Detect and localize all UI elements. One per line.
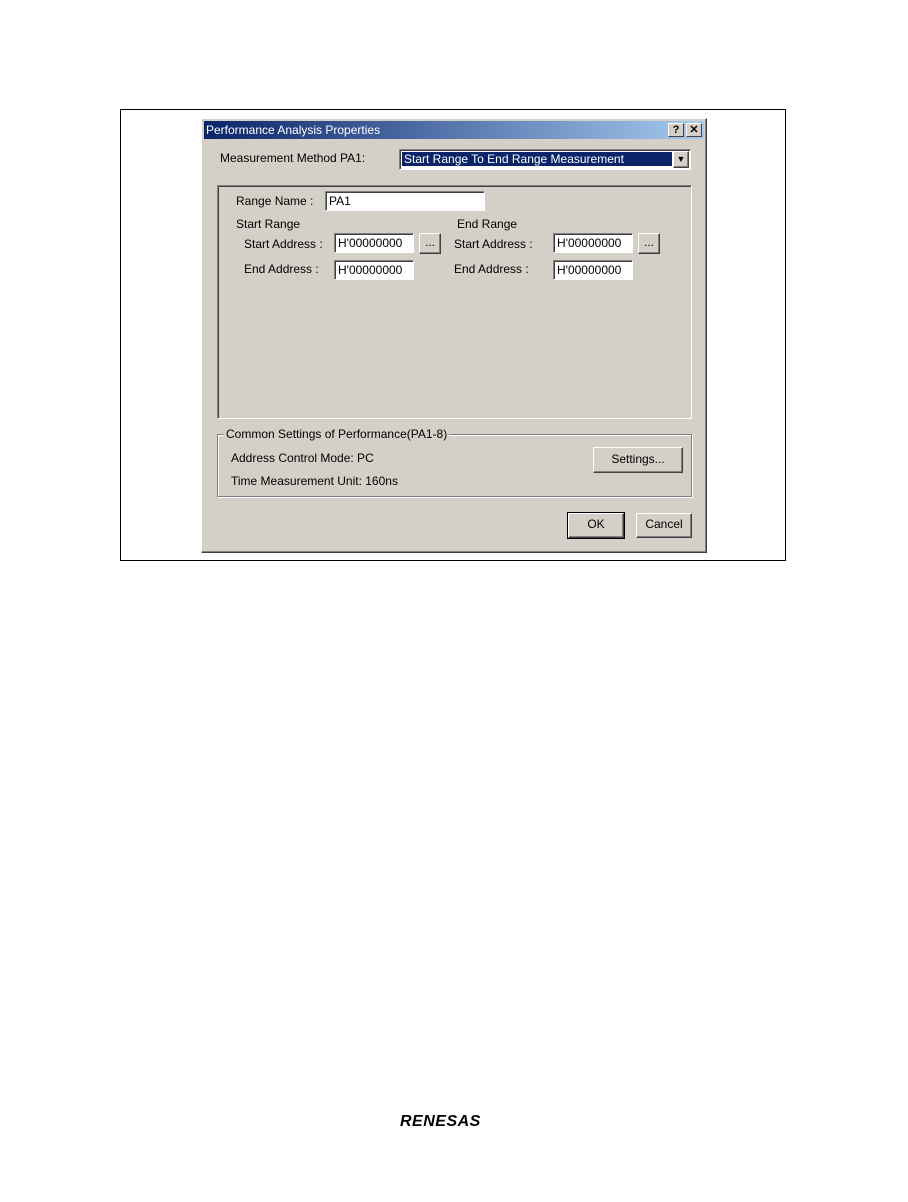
start-range-start-address-label: Start Address : bbox=[244, 237, 323, 251]
end-range-start-address-input[interactable]: H'00000000 bbox=[553, 233, 633, 253]
address-control-mode-text: Address Control Mode: PC bbox=[231, 451, 374, 465]
common-settings-group-label: Common Settings of Performance(PA1-8) bbox=[224, 427, 450, 441]
measurement-method-label: Measurement Method PA1: bbox=[220, 151, 366, 165]
title-bar: Performance Analysis Properties ? ✕ bbox=[204, 121, 704, 139]
end-range-end-address-input[interactable]: H'00000000 bbox=[553, 260, 633, 280]
close-button[interactable]: ✕ bbox=[686, 123, 702, 137]
start-range-end-address-label: End Address : bbox=[244, 262, 319, 276]
measurement-method-selected: Start Range To End Range Measurement bbox=[402, 152, 672, 166]
end-range-start-address-browse-button[interactable]: ... bbox=[638, 233, 660, 254]
renesas-logo: RENESAS bbox=[400, 1113, 481, 1130]
chevron-down-icon: ▼ bbox=[676, 154, 686, 164]
measurement-dropdown-button[interactable]: ▼ bbox=[673, 151, 689, 168]
ok-button[interactable]: OK bbox=[567, 512, 625, 539]
settings-button[interactable]: Settings... bbox=[593, 447, 683, 473]
help-icon: ? bbox=[672, 124, 680, 136]
range-name-input[interactable]: PA1 bbox=[325, 191, 485, 211]
start-range-end-address-input[interactable]: H'00000000 bbox=[334, 260, 414, 280]
end-range-end-address-label: End Address : bbox=[454, 262, 529, 276]
time-measurement-unit-text: Time Measurement Unit: 160ns bbox=[231, 474, 398, 488]
range-name-label: Range Name : bbox=[236, 194, 314, 208]
end-range-start-address-label: Start Address : bbox=[454, 237, 533, 251]
help-button[interactable]: ? bbox=[668, 123, 684, 137]
start-range-start-address-input[interactable]: H'00000000 bbox=[334, 233, 414, 253]
end-range-heading: End Range bbox=[457, 217, 518, 231]
cancel-button[interactable]: Cancel bbox=[636, 513, 692, 538]
start-range-heading: Start Range bbox=[236, 217, 301, 231]
start-range-start-address-browse-button[interactable]: ... bbox=[419, 233, 441, 254]
dialog-title: Performance Analysis Properties bbox=[206, 123, 381, 137]
close-icon: ✕ bbox=[689, 124, 699, 136]
